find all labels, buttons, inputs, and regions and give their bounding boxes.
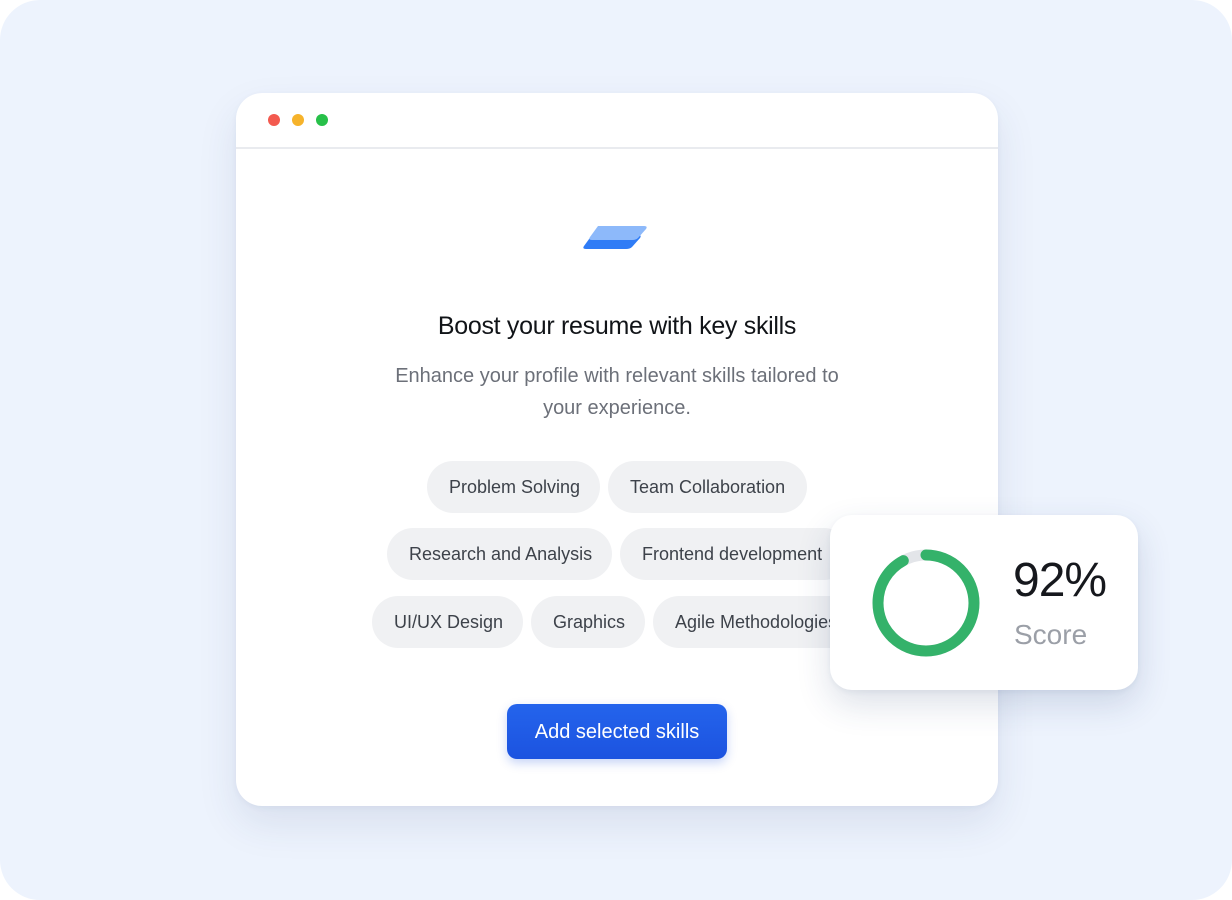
card-title: Boost your resume with key skills xyxy=(437,312,797,340)
score-progress-ring xyxy=(872,549,980,657)
skill-chip[interactable]: Frontend development xyxy=(620,528,850,580)
score-ring-progress xyxy=(872,549,980,657)
skill-chip[interactable]: Graphics xyxy=(531,596,645,648)
skill-chip[interactable]: Research and Analysis xyxy=(387,528,612,580)
score-value: 92% xyxy=(1013,554,1107,607)
skill-chip[interactable]: Team Collaboration xyxy=(608,461,807,513)
card-subtitle: Enhance your profile with relevant skill… xyxy=(395,365,839,419)
score-label: Score xyxy=(1014,619,1088,650)
window-titlebar xyxy=(236,93,998,149)
score-card: 92% Score xyxy=(830,515,1138,690)
window-close-dot[interactable] xyxy=(268,114,280,126)
add-selected-skills-button[interactable]: Add selected skills xyxy=(507,704,727,759)
skill-chip[interactable]: UI/UX Design xyxy=(372,596,523,648)
window-minimize-dot[interactable] xyxy=(292,114,304,126)
page-background: Boost your resume with key skills Enhanc… xyxy=(0,0,1232,900)
window-maximize-dot[interactable] xyxy=(316,114,328,126)
skills-window: Boost your resume with key skills Enhanc… xyxy=(236,93,998,806)
skill-chip[interactable]: Problem Solving xyxy=(427,461,600,513)
stacked-layers-icon xyxy=(583,226,647,249)
